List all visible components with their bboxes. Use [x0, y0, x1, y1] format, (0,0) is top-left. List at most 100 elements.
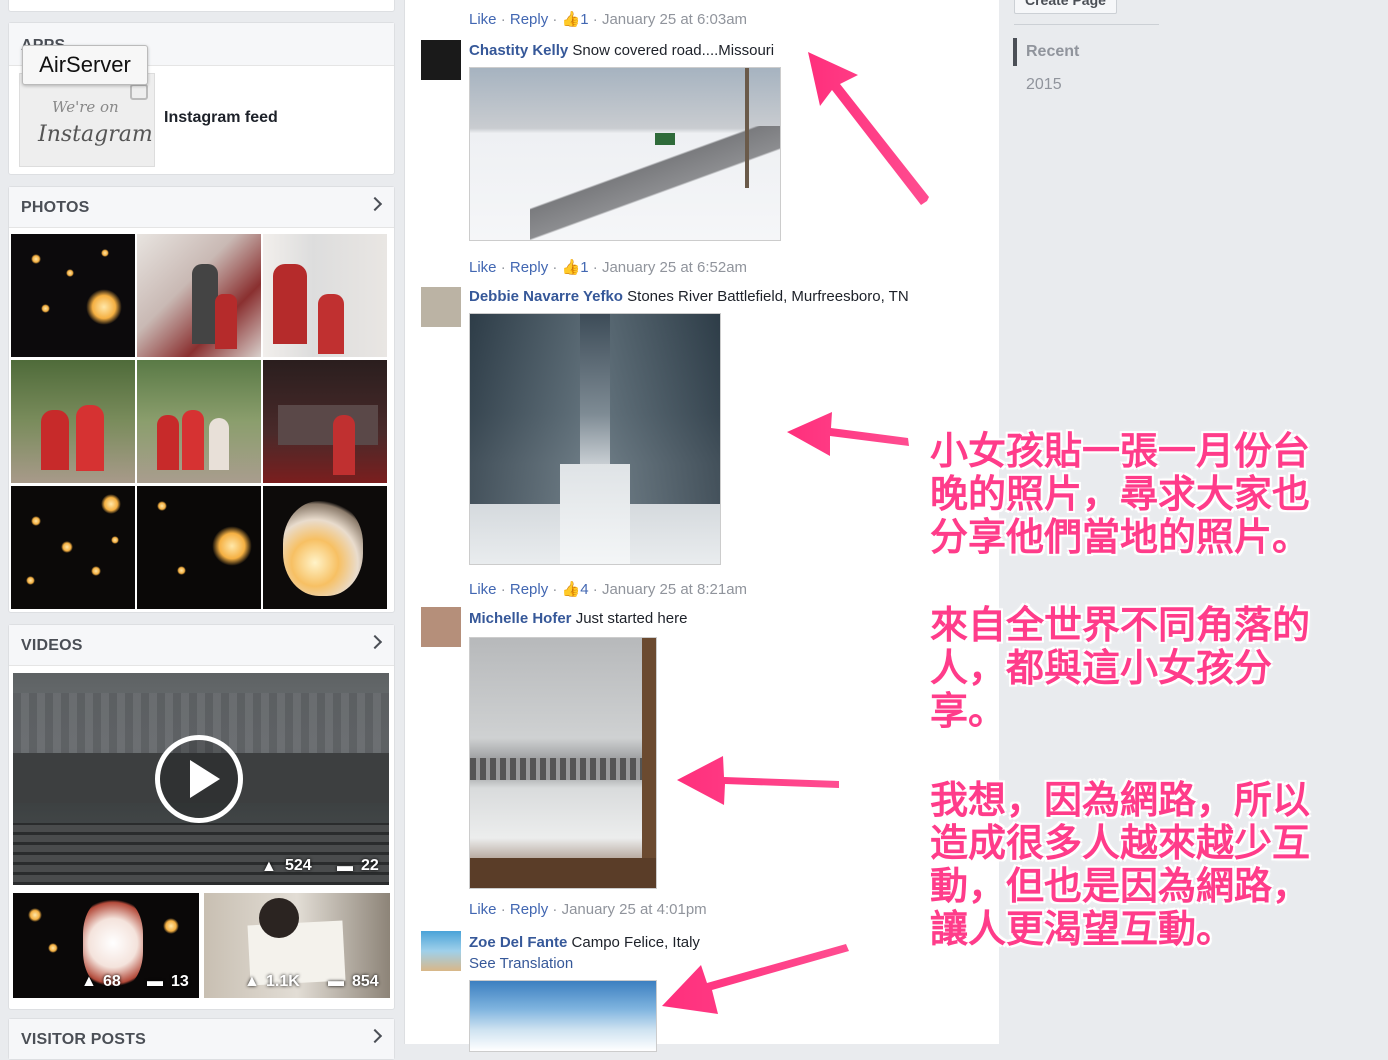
- thumbs-up-icon[interactable]: 👍: [562, 11, 581, 28]
- comment-body: Zoe Del Fante Campo Felice, Italy: [469, 934, 700, 951]
- annotation-line: 享。: [930, 691, 1007, 733]
- photos-header[interactable]: PHOTOS: [9, 187, 394, 228]
- video-likes: 1.1K: [266, 973, 300, 990]
- comment-body: Chastity Kelly Snow covered road....Miss…: [469, 42, 774, 59]
- likes-icon: ▲: [81, 973, 97, 990]
- video-thumb[interactable]: ▲ 68 ▬ 13: [13, 893, 199, 998]
- author-link[interactable]: Zoe Del Fante: [469, 934, 567, 951]
- comment-body: Michelle Hofer Just started here: [469, 610, 687, 627]
- comment-photo[interactable]: [469, 67, 781, 241]
- photo-thumb[interactable]: [263, 234, 387, 357]
- visitor-posts-box: VISITOR POSTS: [8, 1018, 395, 1060]
- comment-icon: ▬: [337, 858, 353, 875]
- comment-actions: Like · Reply · January 25 at 4:01pm: [469, 901, 707, 918]
- photos-box: PHOTOS: [8, 186, 395, 613]
- reply-link[interactable]: Reply: [510, 581, 548, 598]
- video-main[interactable]: ▲ 524 ▬ 22: [13, 673, 389, 885]
- avatar[interactable]: [421, 607, 461, 647]
- chevron-right-icon[interactable]: [367, 634, 383, 650]
- videos-header[interactable]: VIDEOS: [9, 625, 394, 666]
- avatar[interactable]: [421, 287, 461, 327]
- comment-time[interactable]: January 25 at 4:01pm: [562, 901, 707, 918]
- thumbs-up-icon[interactable]: 👍: [562, 581, 581, 598]
- thumbs-up-icon[interactable]: 👍: [562, 259, 581, 276]
- comment-time[interactable]: January 25 at 6:52am: [602, 259, 747, 276]
- annotation-line: 我想，因為網路，所以: [930, 780, 1311, 822]
- like-count[interactable]: 1: [580, 11, 588, 28]
- like-count[interactable]: 4: [580, 581, 588, 598]
- author-link[interactable]: Michelle Hofer: [469, 610, 572, 627]
- author-link[interactable]: Debbie Navarre Yefko: [469, 288, 623, 305]
- instagram-logo-top: We're on: [52, 98, 119, 116]
- photo-thumb[interactable]: [11, 234, 135, 357]
- comment-photo[interactable]: [469, 313, 721, 565]
- comment-time[interactable]: January 25 at 6:03am: [602, 11, 747, 28]
- chevron-right-icon[interactable]: [367, 1028, 383, 1044]
- comments-column: Like · Reply · 👍1 · January 25 at 6:03am…: [404, 0, 1000, 1052]
- comment-icon: ▬: [328, 973, 344, 990]
- video-comments: 22: [361, 857, 379, 874]
- like-link[interactable]: Like: [469, 581, 497, 598]
- photo-thumb[interactable]: [263, 360, 387, 483]
- previous-box: [8, 0, 395, 12]
- airserver-tooltip: AirServer: [22, 45, 148, 85]
- like-count[interactable]: 1: [580, 259, 588, 276]
- avatar[interactable]: [421, 40, 461, 80]
- annotation-paragraph: 我想，因為網路，所以 造成很多人越來越少互 動，但也是因為網路， 讓人更渴望互動…: [930, 780, 1310, 952]
- comment-photo[interactable]: [469, 637, 657, 889]
- video-comments: 854: [352, 973, 379, 990]
- annotation-line: 讓人更渴望互動。: [930, 909, 1235, 951]
- photo-thumb[interactable]: [263, 486, 387, 609]
- like-link[interactable]: Like: [469, 901, 497, 918]
- instagram-camera-icon: [130, 84, 148, 100]
- annotation-line: 來自全世界不同角落的: [930, 605, 1311, 647]
- annotation-paragraph: 來自全世界不同角落的 人，都與這小女孩分 享。: [930, 605, 1310, 734]
- videos-title: VIDEOS: [21, 637, 83, 654]
- comment-actions: Like · Reply · 👍4 · January 25 at 8:21am: [469, 581, 748, 598]
- create-page-button[interactable]: Create Page: [1014, 0, 1117, 14]
- video-likes: 524: [285, 857, 312, 874]
- reply-link[interactable]: Reply: [510, 259, 548, 276]
- comment-actions: Like · Reply · 👍1 · January 25 at 6:03am: [469, 11, 748, 28]
- annotation-line: 人，都與這小女孩分: [930, 648, 1273, 690]
- annotation-paragraph: 小女孩貼一張一月份台 晚的照片，尋求大家也 分享他們當地的照片。: [930, 431, 1310, 560]
- timeline-item-recent[interactable]: Recent: [1026, 43, 1079, 61]
- see-translation-link[interactable]: See Translation: [469, 955, 573, 972]
- annotation-line: 造成很多人越來越少互: [930, 823, 1311, 865]
- like-link[interactable]: Like: [469, 259, 497, 276]
- reply-link[interactable]: Reply: [510, 11, 548, 28]
- photo-thumb[interactable]: [137, 234, 261, 357]
- comment-text: Stones River Battlefield, Murfreesboro, …: [627, 288, 909, 305]
- comment-time[interactable]: January 25 at 8:21am: [602, 581, 747, 598]
- instagram-logo: Instagram: [38, 122, 153, 147]
- comment-text: Campo Felice, Italy: [571, 934, 700, 951]
- instagram-feed-link[interactable]: Instagram feed: [164, 109, 278, 127]
- reply-link[interactable]: Reply: [510, 901, 548, 918]
- avatar[interactable]: [421, 931, 461, 971]
- video-likes: 68: [103, 973, 121, 990]
- chevron-right-icon[interactable]: [367, 196, 383, 212]
- instagram-app-item[interactable]: We're on Instagram: [19, 73, 155, 167]
- video-comments: 13: [171, 973, 189, 990]
- comment-text: Snow covered road....Missouri: [572, 42, 775, 59]
- author-link[interactable]: Chastity Kelly: [469, 42, 568, 59]
- comment-actions: Like · Reply · 👍1 · January 25 at 6:52am: [469, 259, 748, 276]
- comment-photo[interactable]: [469, 980, 657, 1052]
- visitor-posts-title: VISITOR POSTS: [21, 1031, 146, 1048]
- photo-thumb[interactable]: [11, 360, 135, 483]
- play-icon[interactable]: [155, 735, 243, 823]
- annotation-line: 動，但也是因為網路，: [930, 866, 1311, 908]
- comment-text: Just started here: [575, 610, 688, 627]
- comment-icon: ▬: [147, 973, 163, 990]
- photo-grid: [11, 234, 391, 611]
- annotation-line: 分享他們當地的照片。: [930, 517, 1311, 559]
- left-column: APPS We're on Instagram Instagram feed A…: [0, 0, 402, 1060]
- like-link[interactable]: Like: [469, 11, 497, 28]
- video-thumb[interactable]: ▲ 1.1K ▬ 854: [204, 893, 390, 998]
- visitor-posts-header[interactable]: VISITOR POSTS: [9, 1019, 394, 1059]
- photo-thumb[interactable]: [137, 360, 261, 483]
- photos-title: PHOTOS: [21, 199, 90, 216]
- photo-thumb[interactable]: [11, 486, 135, 609]
- photo-thumb[interactable]: [137, 486, 261, 609]
- timeline-item-2015[interactable]: 2015: [1026, 76, 1062, 94]
